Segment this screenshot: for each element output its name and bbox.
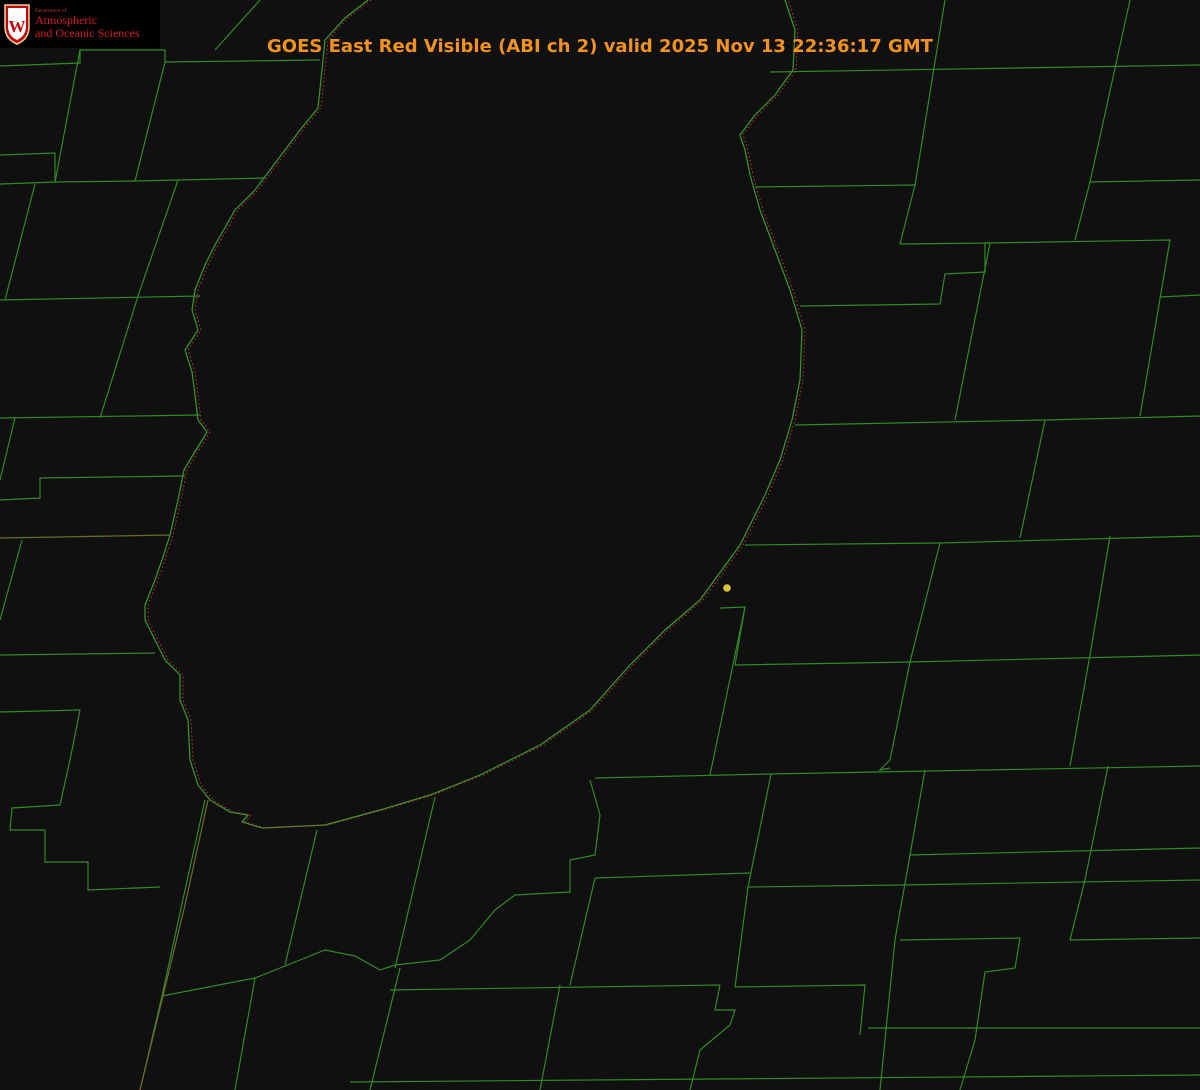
- image-title: GOES East Red Visible (ABI ch 2) valid 2…: [267, 36, 933, 57]
- satellite-map-frame: W Department of Atmospheric and Oceanic …: [0, 0, 1200, 1090]
- crest-letter: W: [9, 17, 26, 36]
- map-canvas: [0, 0, 1200, 1090]
- station-marker-icon: [723, 584, 731, 592]
- logo-line-atmospheric: Atmospheric: [35, 13, 97, 28]
- logo-text: Department of Atmospheric and Oceanic Sc…: [35, 9, 140, 39]
